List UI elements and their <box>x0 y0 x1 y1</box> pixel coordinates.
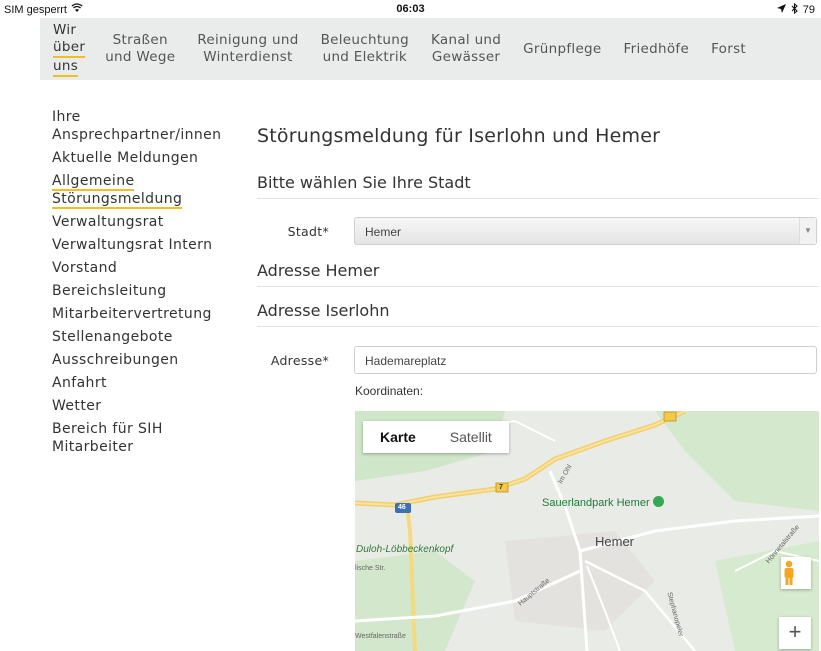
district-label: Duloh-Löbbeckenkopf <box>356 544 454 555</box>
sidebar-item-stoerungsmeldung[interactable]: Allgemeine Störungsmeldung <box>52 172 242 209</box>
section-heading-city: Bitte wählen Sie Ihre Stadt <box>257 173 819 199</box>
nav-item-beleuchtung[interactable]: Beleuchtung und Elektrik <box>310 32 420 66</box>
clock: 06:03 <box>396 3 425 15</box>
nav-item-line: Friedhöfe <box>623 40 690 57</box>
map[interactable]: 7 46 Sauerlandpark Hemer Hemer Duloh-Löb… <box>355 411 819 651</box>
street-label: lische Str. <box>355 565 386 572</box>
location-icon <box>776 4 786 16</box>
nav-item-line: Wir <box>53 21 77 38</box>
sidebar-item-label: Allgemeine Störungsmeldung <box>52 173 183 209</box>
nav-item-line: und Elektrik <box>322 49 407 65</box>
city-label: Stadt* <box>287 224 329 239</box>
sidebar-item-verwaltungsrat-intern[interactable]: Verwaltungsrat Intern <box>52 236 242 254</box>
chevron-down-icon: ▼ <box>799 218 816 244</box>
sidebar-item-mitarbeitervertretung[interactable]: Mitarbeitervertretung <box>52 305 242 323</box>
nav-item-kanal[interactable]: Kanal und Gewässer <box>420 32 512 66</box>
map-type-satellite-button[interactable]: Satellit <box>433 421 509 453</box>
city-select[interactable]: Hemer ▼ <box>354 217 817 245</box>
road-label-46: 46 <box>398 504 406 511</box>
nav-item-reinigung[interactable]: Reinigung und Winterdienst <box>186 32 309 66</box>
nav-item-line: Straßen <box>112 32 168 48</box>
poi-label: Sauerlandpark Hemer <box>542 497 650 509</box>
sidebar-item-label: Wetter <box>52 398 102 414</box>
sidebar-item-stellenangebote[interactable]: Stellenangebote <box>52 328 242 346</box>
nav-item-line: Kanal und <box>431 32 502 48</box>
top-navigation: Wir über uns Straßen und Wege Reinigung … <box>40 18 821 80</box>
sidebar-item-label: Aktuelle Meldungen <box>52 150 199 166</box>
nav-item-line: und Wege <box>105 49 176 65</box>
road-label-7: 7 <box>499 484 503 491</box>
city-select-value: Hemer <box>365 225 402 239</box>
address-label: Adresse* <box>270 353 329 368</box>
nav-item-wir-ueber-uns[interactable]: Wir über uns <box>40 22 94 77</box>
sidebar-item-label: Ausschreibungen <box>52 352 179 368</box>
sidebar-item-label: Bereichsleitung <box>52 283 167 299</box>
sidebar-item-wetter[interactable]: Wetter <box>52 397 242 415</box>
sidebar-item-label: Bereich für SIH Mitarbeiter <box>52 421 163 455</box>
sidebar-item-aktuelle-meldungen[interactable]: Aktuelle Meldungen <box>52 149 242 167</box>
sidebar-item-ausschreibungen[interactable]: Ausschreibungen <box>52 351 242 369</box>
nav-item-line: Reinigung und <box>197 32 299 48</box>
sidebar-item-label: Vorstand <box>52 260 118 276</box>
sidebar-item-vorstand[interactable]: Vorstand <box>52 259 242 277</box>
sidebar-item-label: Verwaltungsrat <box>52 214 164 230</box>
nav-item-line: Forst <box>711 40 747 57</box>
map-type-control: Karte Satellit <box>363 421 509 453</box>
address-row: Adresse* Hademareplatz <box>257 346 819 376</box>
sidebar-item-sih-mitarbeiter[interactable]: Bereich für SIH Mitarbeiter <box>52 420 242 456</box>
city-row: Stadt* Hemer ▼ <box>257 217 819 247</box>
nav-item-strassen-und-wege[interactable]: Straßen und Wege <box>94 32 186 66</box>
sidebar: Ihre Ansprechpartner/innen Aktuelle Meld… <box>52 108 242 461</box>
sidebar-item-label: Anfahrt <box>52 375 107 391</box>
sidebar-item-label: Mitarbeitervertretung <box>52 306 212 322</box>
section-heading-address-hemer: Adresse Hemer <box>257 261 819 287</box>
street-label: Westfalenstraße <box>355 633 406 640</box>
main-content: Störungsmeldung für Iserlohn und Hemer B… <box>257 108 819 376</box>
nav-item-forst[interactable]: Forst <box>700 41 757 58</box>
address-input-value: Hademareplatz <box>365 354 447 368</box>
nav-item-line: über <box>53 39 86 58</box>
sidebar-item-ansprechpartner[interactable]: Ihre Ansprechpartner/innen <box>52 108 242 144</box>
page-title: Störungsmeldung für Iserlohn und Hemer <box>257 125 661 147</box>
sidebar-item-verwaltungsrat[interactable]: Verwaltungsrat <box>52 213 242 231</box>
sidebar-item-label: Ihre Ansprechpartner/innen <box>52 109 222 143</box>
section-heading-address-iserlohn: Adresse Iserlohn <box>257 301 819 327</box>
sidebar-item-label: Stellenangebote <box>52 329 173 345</box>
nav-item-line: Grünpflege <box>523 40 602 57</box>
city-label-hemer: Hemer <box>595 534 635 549</box>
bluetooth-icon <box>791 2 798 17</box>
map-type-map-button[interactable]: Karte <box>363 421 433 453</box>
nav-item-line: uns <box>53 58 79 77</box>
sidebar-item-bereichsleitung[interactable]: Bereichsleitung <box>52 282 242 300</box>
sidebar-item-anfahrt[interactable]: Anfahrt <box>52 374 242 392</box>
sidebar-item-label: Verwaltungsrat Intern <box>52 237 213 253</box>
nav-item-line: Winterdienst <box>203 49 293 65</box>
nav-item-line: Gewässer <box>431 49 501 65</box>
address-input[interactable]: Hademareplatz <box>354 346 817 374</box>
nav-item-gruenpflege[interactable]: Grünpflege <box>512 41 612 58</box>
coordinates-label: Koordinaten: <box>355 384 424 398</box>
status-bar: SIM gesperrt 06:03 79 <box>0 0 821 18</box>
battery-percent: 79 <box>802 4 815 16</box>
nav-item-friedhoefe[interactable]: Friedhöfe <box>613 41 701 58</box>
street-view-pegman-icon[interactable] <box>781 557 811 589</box>
park-marker-icon[interactable] <box>653 496 664 507</box>
zoom-in-button[interactable]: + <box>779 617 811 649</box>
nav-item-line: Beleuchtung <box>320 32 410 48</box>
